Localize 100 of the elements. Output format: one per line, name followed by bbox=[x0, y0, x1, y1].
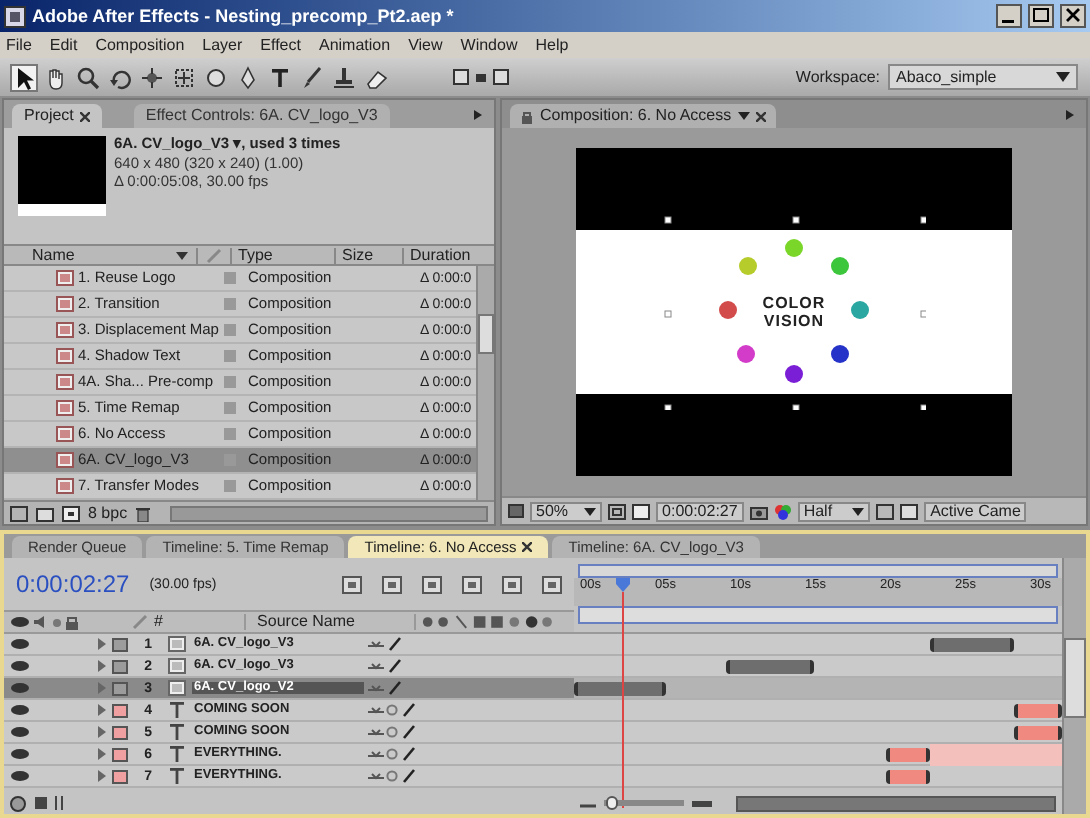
close-icon[interactable] bbox=[755, 111, 766, 121]
snapshot-icon[interactable] bbox=[749, 503, 768, 519]
mask-ellipse-icon[interactable] bbox=[204, 65, 228, 89]
shy-switch-icon[interactable] bbox=[368, 660, 384, 672]
horizontal-scrollbar[interactable] bbox=[736, 795, 1056, 811]
camera-dropdown[interactable]: Active Came bbox=[924, 501, 1027, 521]
time-zoom-slider[interactable] bbox=[604, 800, 684, 806]
pen-tool-icon[interactable] bbox=[236, 65, 260, 89]
menu-item[interactable]: Help bbox=[535, 37, 569, 53]
shy-switch-icon[interactable] bbox=[368, 726, 384, 738]
pan-behind-icon[interactable] bbox=[172, 65, 196, 89]
maximize-icon[interactable] bbox=[1028, 4, 1054, 28]
label-color-swatch[interactable] bbox=[112, 769, 128, 783]
panel-menu-icon[interactable] bbox=[1060, 106, 1078, 124]
menu-item[interactable]: Edit bbox=[49, 37, 78, 53]
zoom-in-icon[interactable] bbox=[692, 798, 712, 808]
mask-visibility-icon[interactable] bbox=[632, 503, 651, 519]
resolution-dropdown[interactable]: Half bbox=[797, 501, 871, 521]
shy-switch-icon[interactable] bbox=[368, 748, 384, 760]
column-header[interactable]: Duration bbox=[402, 247, 494, 263]
label-color-swatch[interactable] bbox=[112, 703, 128, 717]
rotate-icon[interactable] bbox=[108, 65, 132, 89]
label-color-swatch[interactable] bbox=[112, 659, 128, 673]
panel-menu-icon[interactable] bbox=[468, 106, 486, 124]
layer-duration-bar[interactable] bbox=[1013, 726, 1062, 740]
dropdown-caret-icon bbox=[584, 507, 597, 515]
text-layer-icon bbox=[168, 768, 186, 784]
comp-mini-flowchart-icon[interactable] bbox=[342, 575, 362, 593]
interpret-footage-icon[interactable] bbox=[10, 505, 28, 521]
live-update-icon[interactable] bbox=[382, 575, 402, 593]
column-header[interactable]: # bbox=[150, 614, 244, 630]
audio-icon[interactable] bbox=[34, 616, 48, 628]
draft-3d-icon[interactable] bbox=[422, 575, 442, 593]
workspace-label: Workspace: bbox=[795, 69, 880, 85]
label-color-swatch[interactable] bbox=[112, 637, 128, 651]
trash-icon[interactable] bbox=[135, 505, 150, 521]
color-depth-label[interactable]: 8 bpc bbox=[88, 505, 128, 521]
work-area-bar[interactable] bbox=[578, 564, 1058, 578]
layer-switches-icon[interactable] bbox=[34, 796, 48, 810]
minimize-icon[interactable] bbox=[996, 4, 1022, 28]
shy-switch-icon[interactable] bbox=[368, 704, 384, 716]
dropdown-caret-icon bbox=[852, 507, 865, 515]
column-header[interactable]: Name bbox=[32, 247, 75, 263]
camera-orbit-icon[interactable] bbox=[140, 65, 164, 89]
label-color-swatch[interactable] bbox=[112, 747, 128, 761]
hand-icon[interactable] bbox=[44, 65, 68, 89]
horizontal-scrollbar[interactable] bbox=[169, 505, 488, 521]
motion-blur-icon[interactable] bbox=[462, 575, 482, 593]
graph-editor-icon[interactable] bbox=[542, 575, 562, 593]
type-tool-icon[interactable] bbox=[268, 65, 292, 89]
menu-item[interactable]: View bbox=[408, 37, 443, 53]
close-icon[interactable] bbox=[79, 111, 90, 121]
axis-mode-icon[interactable] bbox=[452, 67, 512, 87]
layer-duration-bar[interactable] bbox=[886, 748, 931, 762]
menu-item[interactable]: Effect bbox=[260, 37, 301, 53]
label-color-swatch[interactable] bbox=[112, 725, 128, 739]
current-time[interactable]: 0:00:02:27 bbox=[16, 572, 130, 596]
panel-tab[interactable]: Effect Controls: 6A. CV_logo_V3 bbox=[133, 104, 390, 128]
comp-flowchart-icon[interactable] bbox=[10, 795, 28, 811]
lock-icon[interactable] bbox=[66, 615, 78, 629]
menu-item[interactable]: Composition bbox=[95, 37, 185, 53]
layer-duration-bar[interactable] bbox=[1013, 704, 1062, 718]
shy-switch-icon[interactable] bbox=[368, 638, 384, 650]
safe-margins-icon[interactable] bbox=[608, 503, 627, 519]
shy-switch-icon[interactable] bbox=[368, 682, 384, 694]
menu-item[interactable]: Window bbox=[460, 37, 518, 53]
panel-tab[interactable]: Project bbox=[12, 104, 102, 128]
close-icon[interactable] bbox=[522, 542, 533, 552]
new-folder-icon[interactable] bbox=[36, 505, 54, 521]
channel-icon[interactable] bbox=[773, 503, 792, 519]
scrollbar[interactable] bbox=[1062, 558, 1086, 814]
menu-item[interactable]: File bbox=[6, 37, 32, 53]
column-header[interactable]: Type bbox=[230, 247, 334, 263]
close-icon[interactable] bbox=[1060, 4, 1086, 28]
menu-item[interactable]: Animation bbox=[318, 37, 391, 53]
magnification-dropdown[interactable]: 50% bbox=[530, 501, 603, 521]
current-time[interactable]: 0:00:02:27 bbox=[656, 501, 744, 521]
modes-toggle-icon[interactable] bbox=[54, 796, 68, 810]
stamp-icon[interactable] bbox=[332, 65, 356, 89]
layer-duration-bar[interactable] bbox=[725, 660, 814, 674]
workspace-dropdown[interactable]: Abaco_simple bbox=[888, 64, 1078, 90]
zoom-icon[interactable] bbox=[76, 65, 100, 89]
scrollbar[interactable] bbox=[476, 266, 494, 500]
transparency-grid-icon[interactable] bbox=[900, 503, 919, 519]
column-header[interactable]: Size bbox=[334, 247, 402, 263]
label-color-swatch[interactable] bbox=[112, 681, 128, 695]
eraser-icon[interactable] bbox=[364, 65, 388, 89]
text-layer-icon bbox=[168, 746, 186, 762]
shy-switch-icon[interactable] bbox=[368, 770, 384, 782]
layer-duration-bar[interactable] bbox=[886, 770, 931, 784]
slider-thumb[interactable] bbox=[606, 796, 618, 810]
selection-arrow-icon[interactable] bbox=[12, 65, 36, 89]
region-of-interest-icon[interactable] bbox=[876, 503, 895, 519]
label-column-icon bbox=[130, 614, 150, 630]
panel-tab[interactable]: Composition: 6. No Access bbox=[510, 104, 776, 128]
brush-icon[interactable] bbox=[300, 65, 324, 89]
frame-blending-icon[interactable] bbox=[502, 575, 522, 593]
menu-item[interactable]: Layer bbox=[202, 37, 243, 53]
new-composition-icon[interactable] bbox=[62, 505, 80, 521]
column-header[interactable]: Source Name bbox=[243, 614, 414, 630]
